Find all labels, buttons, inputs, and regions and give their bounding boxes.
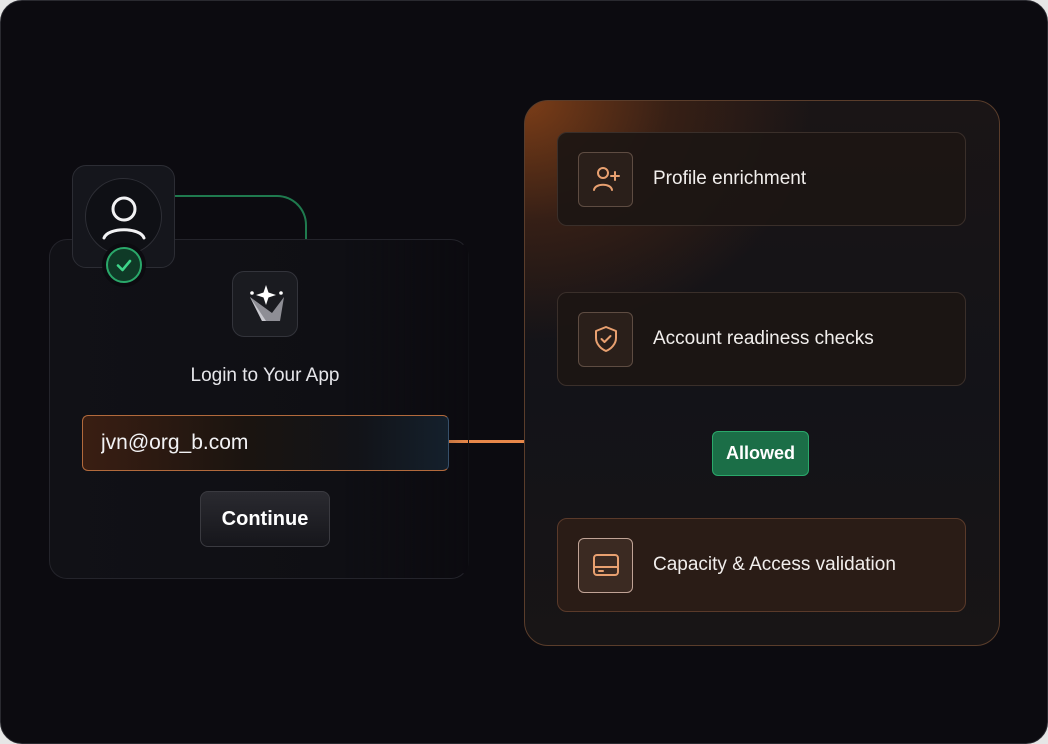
workflow-step-capacity-access[interactable]: Capacity & Access validation (557, 518, 966, 612)
workflow-step-profile-enrichment[interactable]: Profile enrichment (557, 132, 966, 226)
step-icon-box (578, 151, 633, 207)
app-frame: Login to Your App Continue Profile enric… (0, 0, 1048, 744)
verified-badge (102, 243, 146, 287)
check-icon (116, 259, 132, 272)
step-icon-box (578, 537, 633, 593)
step-label: Capacity & Access validation (653, 554, 896, 575)
continue-button[interactable]: Continue (200, 491, 330, 547)
user-plus-icon (592, 167, 620, 191)
user-icon (102, 196, 145, 239)
step-label: Profile enrichment (653, 168, 807, 189)
workflow-step-account-readiness[interactable]: Account readiness checks (557, 292, 966, 386)
sparkle-logo-icon (250, 285, 284, 321)
step-icon-box (578, 311, 633, 367)
status-badge: Allowed (712, 431, 809, 476)
shield-check-icon (594, 326, 617, 352)
avatar-connector-line (169, 195, 307, 241)
hard-drive-icon (592, 554, 619, 576)
step-label: Account readiness checks (653, 328, 874, 349)
email-field[interactable] (82, 415, 449, 471)
login-title: Login to Your App (190, 365, 340, 386)
app-logo (232, 271, 298, 337)
